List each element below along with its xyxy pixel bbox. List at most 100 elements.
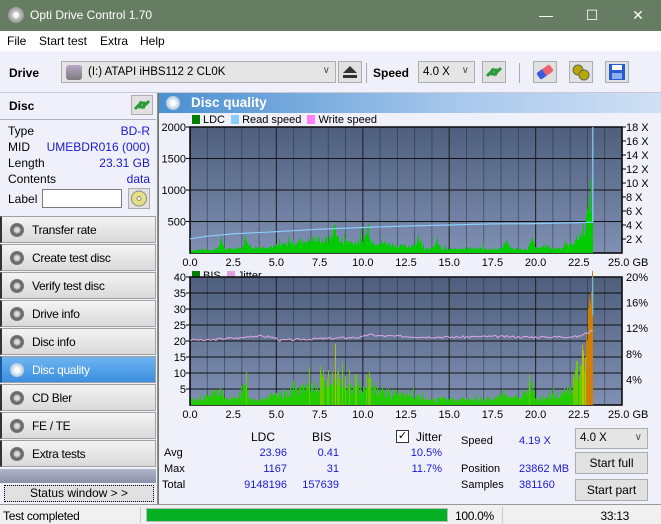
refresh-speed-button[interactable] [482, 61, 506, 83]
bis-bar [210, 397, 211, 405]
disc-label-input[interactable] [42, 189, 122, 208]
nav-drive-info[interactable]: Drive info [0, 300, 156, 327]
bis-bar [376, 394, 377, 405]
bis-bar [253, 398, 254, 405]
bis-bar [548, 398, 549, 405]
menu-start-test[interactable]: Start test [39, 34, 87, 48]
disc-mid-row: MID UMEBDR016 (000) [8, 140, 150, 156]
ldc-bar [503, 245, 504, 253]
nav-label: Drive info [32, 307, 80, 321]
bis-bar [363, 385, 364, 405]
settings-button[interactable] [569, 61, 593, 83]
bis-bar [476, 393, 477, 405]
ldc-bar [470, 246, 471, 253]
close-button[interactable]: ✕ [615, 0, 661, 31]
bis-bar [557, 391, 558, 405]
bis-bar [244, 385, 245, 405]
disc-header-title: Disc [9, 99, 35, 113]
status-window-button[interactable]: Status window > > [4, 485, 154, 502]
nav-label: Disc quality [32, 363, 90, 377]
disc-refresh-button[interactable] [131, 95, 153, 115]
bis-bar [574, 378, 575, 405]
ldc-bar [237, 247, 238, 253]
maximize-button[interactable]: ☐ [569, 0, 615, 31]
disc-contents-value: data [126, 172, 150, 186]
bis-bar [288, 396, 289, 405]
bis-bar [278, 395, 279, 405]
bis-bar [191, 398, 192, 405]
disc-contents-row: Contents data [8, 172, 150, 188]
bis-bar [518, 398, 519, 405]
ldc-bar [456, 249, 457, 253]
ldc-bar [586, 214, 587, 253]
bis-bar [441, 400, 442, 405]
x-tick-label: 17.5 [482, 257, 503, 269]
stats-max-ldc: 1167 [263, 463, 287, 475]
ldc-bar [315, 237, 316, 253]
bis-bar [458, 401, 459, 405]
eject-button[interactable] [338, 61, 362, 83]
ldc-bar [291, 244, 292, 253]
jitter-checkbox[interactable]: ✓ [396, 430, 409, 443]
chevron-down-icon: ∨ [634, 432, 642, 443]
bis-bar [582, 344, 583, 405]
ldc-bar [277, 246, 278, 253]
bis-bar [369, 371, 370, 405]
bis-bar [431, 400, 432, 405]
bis-bar [547, 395, 548, 405]
ldc-bar [298, 240, 299, 253]
ldc-bar [469, 247, 470, 253]
bis-bar [504, 396, 505, 405]
nav-create-test-disc[interactable]: Create test disc [0, 244, 156, 271]
ldc-bar [229, 247, 230, 253]
menu-file[interactable]: File [7, 34, 26, 48]
nav-label: Verify test disc [32, 279, 105, 293]
ldc-bar [391, 246, 392, 253]
test-speed-select[interactable]: 4.0 X ∨ [575, 428, 648, 449]
ldc-bar [399, 246, 400, 253]
nav-verify-test-disc[interactable]: Verify test disc [0, 272, 156, 299]
disc-label-button[interactable] [128, 188, 150, 209]
bis-bar [318, 390, 319, 405]
ldc-bar [475, 247, 476, 253]
ldc-bar [396, 247, 397, 253]
y2-tick-label: 14 X [626, 150, 649, 162]
erase-button[interactable] [533, 61, 557, 83]
bis-bar [447, 401, 448, 405]
nav-extra-tests[interactable]: Extra tests [0, 440, 156, 467]
bis-bar [485, 401, 486, 405]
drive-select[interactable]: (I:) ATAPI iHBS112 2 CL0K ∨ [61, 61, 336, 83]
bis-bar [240, 397, 241, 405]
bis-bar [429, 399, 430, 405]
nav-disc-quality[interactable]: Disc quality [0, 356, 156, 383]
bis-bar [496, 397, 497, 405]
speed-select[interactable]: 4.0 X ∨ [418, 61, 475, 83]
bis-bar [342, 362, 343, 405]
bis-bar [385, 397, 386, 405]
menu-help[interactable]: Help [140, 34, 165, 48]
nav-cd-bler[interactable]: CD Bler [0, 384, 156, 411]
ldc-bar [294, 245, 295, 253]
minimize-button[interactable]: — [523, 0, 569, 31]
save-icon [609, 64, 625, 80]
bis-bar [406, 393, 407, 405]
nav-transfer-rate[interactable]: Transfer rate [0, 216, 156, 243]
bis-bar [497, 395, 498, 405]
save-button[interactable] [605, 61, 629, 83]
bis-bar [522, 395, 523, 405]
nav-disc-info[interactable]: Disc info [0, 328, 156, 355]
start-full-button[interactable]: Start full [575, 452, 648, 474]
ldc-bar [208, 250, 209, 253]
stats-col-jitter: Jitter [416, 430, 443, 444]
start-part-button[interactable]: Start part [575, 479, 648, 501]
ldc-bar [444, 249, 445, 253]
chevron-down-icon: ∨ [461, 65, 469, 76]
ldc-bar [392, 243, 393, 253]
bis-bar [332, 372, 333, 405]
bis-bar [387, 395, 388, 405]
menu-extra[interactable]: Extra [100, 34, 128, 48]
nav-fe-te[interactable]: FE / TE [0, 412, 156, 439]
ldc-bar [351, 241, 352, 253]
bis-bar [227, 398, 228, 405]
ldc-bar [307, 240, 308, 253]
